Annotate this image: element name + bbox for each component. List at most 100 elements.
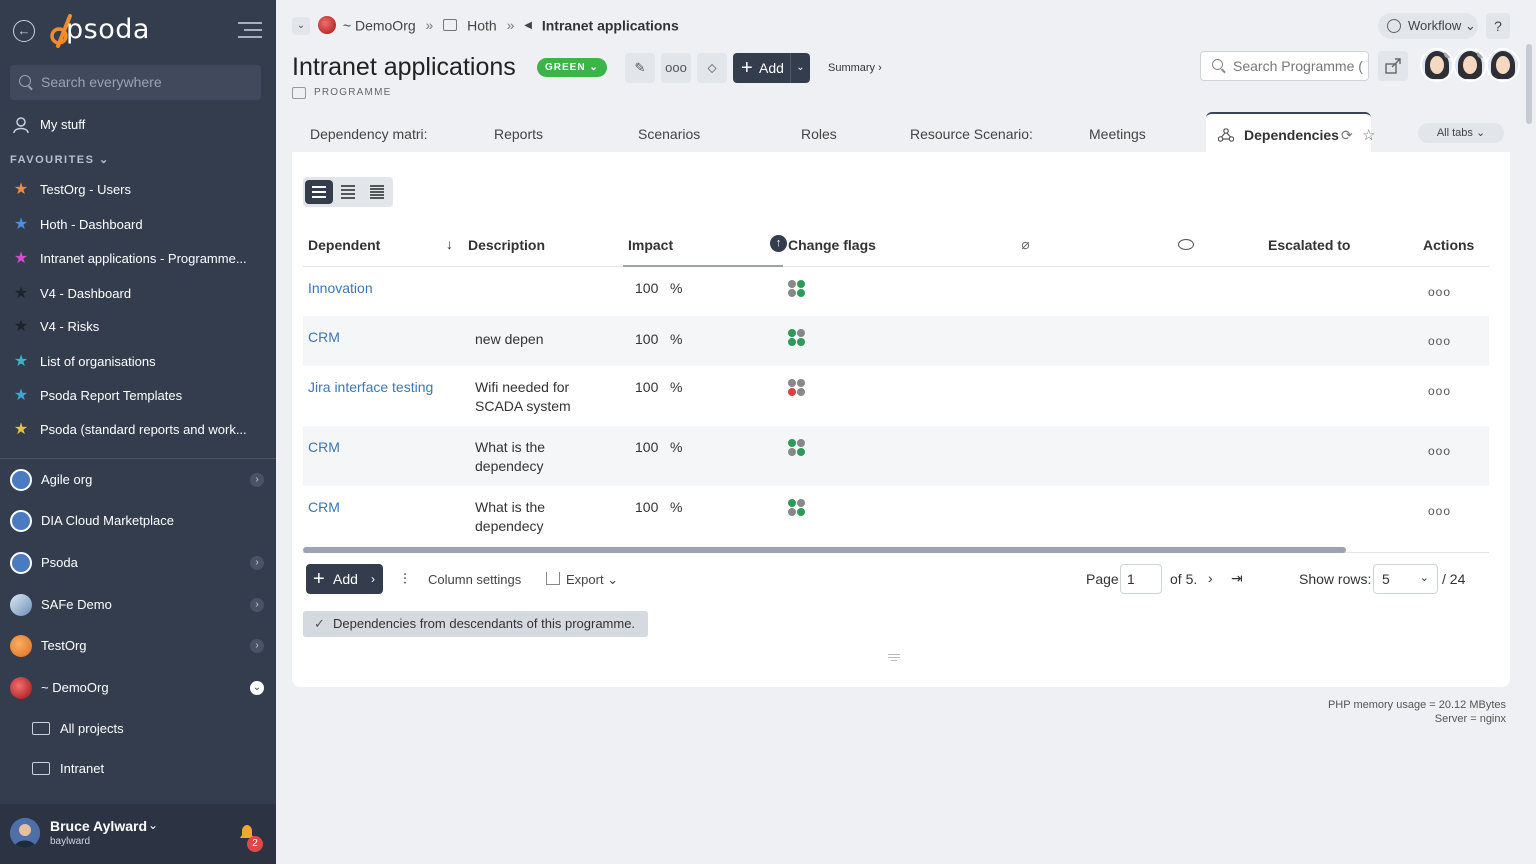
back-icon[interactable]: ← — [13, 20, 35, 42]
table-row[interactable]: Innovation 100 % ooo — [303, 266, 1489, 316]
export-button[interactable]: Export ⌄ — [546, 572, 618, 588]
descendants-filter-chip[interactable]: ✓ Dependencies from descendants of this p… — [303, 611, 648, 637]
last-page-icon[interactable]: ⇥ — [1231, 570, 1243, 587]
more-actions-icon[interactable]: ooo — [1428, 334, 1451, 348]
help-button[interactable]: ? — [1486, 13, 1510, 39]
view-dense-icon[interactable] — [363, 180, 391, 204]
favourite-item[interactable]: ★ Intranet applications - Programme... — [0, 244, 276, 274]
dependent-link[interactable]: CRM — [308, 499, 340, 515]
table-row[interactable]: CRM What is the dependecy 100 % ooo — [303, 426, 1489, 486]
change-flags-icon[interactable] — [788, 499, 806, 517]
summary-link[interactable]: Summary › — [828, 62, 882, 74]
favourite-item[interactable]: ★ V4 - Dashboard — [0, 279, 276, 309]
favourite-item[interactable]: ★ TestOrg - Users — [0, 175, 276, 205]
chevron-down-icon[interactable]: ⌄ — [148, 818, 158, 832]
tab-dependency-matrix[interactable]: Dependency matri: — [310, 126, 428, 142]
tag-button[interactable]: ⬦ — [697, 53, 727, 83]
programme-search-input[interactable]: Search Programme ( — [1200, 51, 1369, 81]
column-header-comments[interactable] — [1103, 224, 1263, 267]
favourite-star-icon[interactable]: ☆ — [1362, 126, 1375, 144]
breadcrumb-toggle[interactable]: ⌄ — [292, 17, 310, 35]
user-menu[interactable]: Bruce Aylward ⌄ baylward 2 — [0, 804, 276, 864]
column-header-dependent[interactable]: Dependent ↓ — [303, 224, 463, 267]
rows-per-page-select[interactable]: 5 ⌄ — [1373, 564, 1438, 594]
org-item[interactable]: ~ DemoOrg ⌄ — [0, 670, 276, 706]
favourite-item[interactable]: ★ Psoda Report Templates — [0, 381, 276, 411]
dependent-link[interactable]: Jira interface testing — [308, 379, 433, 395]
change-flags-icon[interactable] — [788, 329, 806, 347]
avatar — [10, 818, 40, 848]
favourites-header[interactable]: FAVOURITES ⌄ — [10, 153, 110, 166]
sidebar-sub-item[interactable]: Intranet — [0, 754, 276, 784]
more-options-button[interactable]: ooo — [661, 53, 691, 83]
dependent-link[interactable]: CRM — [308, 329, 340, 345]
share-button[interactable] — [1378, 51, 1408, 81]
column-settings-button[interactable]: ⫶ Column settings — [403, 571, 521, 588]
change-flags-icon[interactable] — [788, 379, 806, 397]
change-flags-icon[interactable] — [788, 439, 806, 457]
org-item[interactable]: TestOrg › — [0, 628, 276, 664]
horizontal-scrollbar[interactable] — [303, 547, 1346, 553]
table-add-button[interactable]: + Add › — [306, 564, 383, 594]
sliders-icon: ⫶ — [403, 571, 407, 588]
sort-down-icon[interactable]: ↓ — [446, 236, 453, 252]
add-button[interactable]: + Add ⌄ — [733, 53, 810, 83]
breadcrumb-org[interactable]: ~ DemoOrg — [343, 17, 416, 33]
page-number-input[interactable]: 1 — [1120, 564, 1162, 594]
dependent-link[interactable]: CRM — [308, 439, 340, 455]
refresh-icon[interactable]: ⟳ — [1341, 127, 1353, 144]
global-search-input[interactable]: Search everywhere — [10, 65, 261, 100]
table-row[interactable]: CRM new depen 100 % ooo — [303, 316, 1489, 366]
tab-meetings[interactable]: Meetings — [1089, 126, 1146, 142]
tab-resource-scenarios[interactable]: Resource Scenario: — [910, 126, 1033, 142]
sidebar-sub-item[interactable]: All projects — [0, 714, 276, 744]
dependent-link[interactable]: Innovation — [308, 280, 373, 296]
chevron-right-icon[interactable]: › — [250, 639, 264, 653]
org-item[interactable]: Psoda › — [0, 545, 276, 581]
app-logo[interactable]: psoda — [66, 14, 150, 45]
column-header-attachments[interactable]: ⌀ — [943, 224, 1103, 267]
resize-grip-icon[interactable] — [888, 654, 900, 662]
favourite-item[interactable]: ★ Hoth - Dashboard — [0, 210, 276, 240]
tab-reports[interactable]: Reports — [494, 126, 543, 142]
chevron-down-icon[interactable]: ⌄ — [250, 681, 264, 695]
chevron-right-icon[interactable]: › — [250, 556, 264, 570]
workflow-button[interactable]: Workflow ⌄ — [1378, 13, 1478, 39]
avatar[interactable] — [1420, 48, 1454, 82]
view-compact-icon[interactable] — [334, 180, 362, 204]
favourite-item[interactable]: ★ Psoda (standard reports and work... — [0, 415, 276, 445]
org-item[interactable]: Agile org › — [0, 462, 276, 498]
all-tabs-button[interactable]: All tabs ⌄ — [1418, 123, 1504, 143]
status-badge[interactable]: GREEN ⌄ — [537, 58, 607, 77]
tab-dependencies[interactable]: Dependencies ⟳ ☆ — [1206, 112, 1375, 152]
tab-roles[interactable]: Roles — [801, 126, 837, 142]
favourite-item[interactable]: ★ List of organisations — [0, 347, 276, 377]
change-flags-icon[interactable] — [788, 279, 806, 298]
more-actions-icon[interactable]: ooo — [1428, 384, 1451, 398]
chevron-right-icon[interactable]: › — [250, 598, 264, 612]
favourite-item[interactable]: ★ V4 - Risks — [0, 312, 276, 342]
table-row[interactable]: CRM What is the dependecy 100 % ooo — [303, 486, 1489, 546]
column-header-change-flags[interactable]: Change flags — [783, 224, 943, 267]
table-row[interactable]: Jira interface testing Wifi needed for SC… — [303, 366, 1489, 426]
more-actions-icon[interactable]: ooo — [1428, 504, 1451, 518]
org-item[interactable]: SAFe Demo › — [0, 587, 276, 623]
edit-button[interactable]: ✎ — [625, 53, 655, 83]
avatar[interactable] — [1453, 48, 1487, 82]
tab-scenarios[interactable]: Scenarios — [638, 126, 700, 142]
next-page-icon[interactable]: › — [1208, 570, 1213, 586]
view-comfortable-icon[interactable] — [305, 180, 333, 204]
collapse-sidebar-icon[interactable] — [238, 22, 262, 40]
column-header-description[interactable]: Description — [463, 224, 623, 267]
more-actions-icon[interactable]: ooo — [1428, 285, 1451, 299]
breadcrumb-portfolio[interactable]: Hoth — [467, 17, 497, 33]
avatar[interactable] — [1486, 48, 1520, 82]
column-header-impact[interactable]: Impact ↑ — [623, 224, 787, 267]
sidebar-item-my-stuff[interactable]: My stuff — [0, 110, 276, 140]
column-header-escalated-to[interactable]: Escalated to — [1263, 224, 1418, 267]
org-item[interactable]: DIA Cloud Marketplace — [0, 503, 276, 539]
more-actions-icon[interactable]: ooo — [1428, 444, 1451, 458]
chevron-down-icon[interactable]: ⌄ — [790, 53, 810, 83]
chevron-right-icon[interactable]: › — [250, 473, 264, 487]
page-scrollbar[interactable] — [1526, 44, 1532, 124]
